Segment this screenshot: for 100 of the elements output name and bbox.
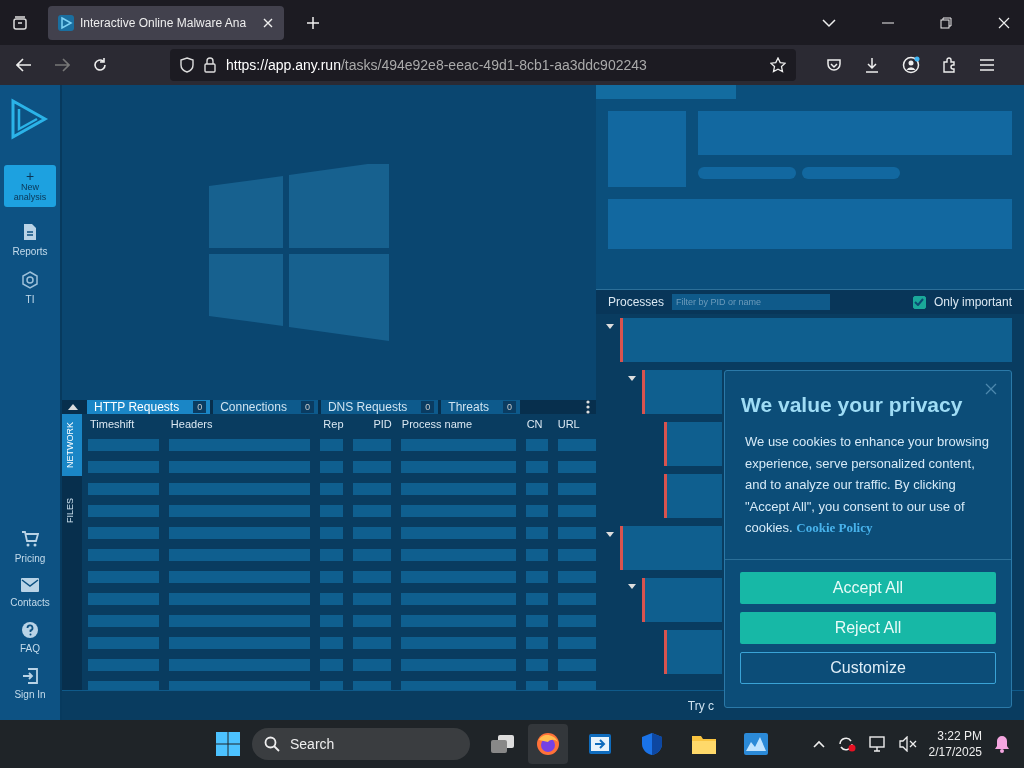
- bell-icon[interactable]: [994, 735, 1010, 753]
- loading-bar: [88, 615, 160, 627]
- loading-bar: [352, 593, 392, 605]
- panel-tab[interactable]: Connections 0: [213, 400, 318, 414]
- star-icon[interactable]: [770, 57, 786, 73]
- loading-block: [664, 422, 722, 466]
- sign-in-icon[interactable]: [22, 668, 38, 684]
- shield-icon: [180, 57, 194, 73]
- sidebar-label[interactable]: TI: [25, 294, 35, 305]
- loading-bar: [88, 571, 160, 583]
- loading-bar: [319, 439, 343, 451]
- loading-bar: [319, 615, 343, 627]
- loading-bar: [352, 615, 392, 627]
- panel-title: Processes: [608, 295, 665, 309]
- help-icon[interactable]: [22, 622, 38, 638]
- back-icon[interactable]: [16, 58, 32, 72]
- browser-tab[interactable]: Interactive Online Malware Ana: [48, 5, 284, 40]
- search-field[interactable]: Search: [252, 728, 470, 760]
- cart-icon[interactable]: [21, 530, 39, 548]
- loading-bar: [319, 593, 343, 605]
- loading-bar: [319, 571, 343, 583]
- chevron-up-icon[interactable]: [812, 740, 825, 748]
- loading-bar: [88, 505, 160, 517]
- shield-icon[interactable]: [641, 732, 663, 756]
- filter-field[interactable]: Filter by PID or name: [672, 294, 831, 310]
- reload-icon[interactable]: [92, 57, 108, 73]
- tab-list-icon[interactable]: [12, 14, 28, 31]
- extensions-icon[interactable]: [942, 57, 958, 73]
- document-icon[interactable]: [23, 223, 37, 241]
- speaker-muted-icon[interactable]: [898, 736, 917, 752]
- loading-bar: [88, 549, 160, 561]
- caret-icon[interactable]: [606, 532, 614, 537]
- download-icon[interactable]: [864, 57, 880, 73]
- column-header: Rep: [322, 418, 344, 430]
- loading-block: [664, 630, 722, 674]
- caret-icon[interactable]: [628, 376, 636, 381]
- new-analysis-button[interactable]: + New analysis: [4, 165, 56, 207]
- loading-bar: [352, 505, 392, 517]
- sidebar-label[interactable]: Reports: [12, 246, 48, 257]
- clock-time[interactable]: 3:22 PM: [937, 728, 982, 744]
- four-pane-window-icon: [209, 163, 389, 342]
- loading-bar: [88, 527, 160, 539]
- checkbox-label[interactable]: Only important: [933, 295, 1012, 309]
- caret-icon[interactable]: [628, 584, 636, 589]
- loading-bar: [319, 527, 343, 539]
- clock-date[interactable]: 2/17/2025: [928, 744, 982, 760]
- panel-tab[interactable]: HTTP Requests 0: [87, 400, 211, 414]
- browser-icon[interactable]: [536, 732, 560, 756]
- cookie-policy-link[interactable]: Cookie Policy: [796, 520, 873, 535]
- column-header: CN: [526, 418, 544, 430]
- sync-icon[interactable]: [836, 735, 857, 753]
- caret-icon[interactable]: [606, 324, 614, 329]
- lock-icon: [204, 57, 216, 73]
- monitor-icon[interactable]: [868, 736, 887, 752]
- url-text: https://app.any.run/tasks/494e92e8-eeac-49d1-8cb1-aa3ddc902243: [226, 57, 647, 73]
- pocket-icon[interactable]: [826, 57, 842, 73]
- loading-bar: [319, 461, 343, 473]
- side-tab[interactable]: FILES: [62, 490, 82, 531]
- column-header: Headers: [170, 418, 214, 430]
- address-bar[interactable]: https://app.any.run/tasks/494e92e8-eeac-49d1-8cb1-aa3ddc902243: [170, 49, 796, 81]
- menu-icon[interactable]: [980, 59, 994, 71]
- folder-icon[interactable]: [691, 733, 717, 755]
- more-icon[interactable]: [586, 400, 590, 414]
- panel-tab[interactable]: DNS Requests 0: [320, 400, 439, 414]
- loading-bar: [88, 461, 160, 473]
- loading-bar: [557, 483, 596, 495]
- collapse-icon[interactable]: [68, 404, 78, 410]
- minimize-icon[interactable]: [882, 21, 894, 24]
- mail-icon[interactable]: [21, 578, 39, 592]
- loading-bar: [557, 593, 596, 605]
- sidebar-label[interactable]: Pricing: [14, 553, 46, 564]
- loading-bar: [319, 659, 343, 671]
- task-view-icon[interactable]: [490, 734, 516, 754]
- chart-app-icon[interactable]: [744, 733, 768, 755]
- checkbox[interactable]: [912, 295, 926, 309]
- column-header: Process name: [401, 418, 474, 430]
- column-header: PID: [372, 418, 392, 430]
- forward-icon[interactable]: [54, 58, 70, 72]
- loading-bar: [88, 439, 160, 451]
- loading-bar: [352, 483, 392, 495]
- loading-bar: [319, 637, 343, 649]
- loading-bar: [557, 527, 596, 539]
- sidebar-label[interactable]: FAQ: [20, 643, 40, 654]
- loading-bar: [352, 549, 392, 561]
- dialog-text: We use cookies to enhance your browsing experience, serve personalized content, and to analyze our traffic. By clicking "Accept All", you consent to our use of cookies. Cookie Policy: [725, 427, 1011, 560]
- sidebar-label[interactable]: Contacts: [10, 597, 50, 608]
- side-tab[interactable]: NETWORK: [62, 414, 82, 476]
- dialog-button[interactable]: Customize: [740, 651, 996, 684]
- sidebar-label[interactable]: Sign In: [14, 689, 46, 700]
- start-icon[interactable]: [216, 732, 240, 756]
- panel-tab[interactable]: Threats 0: [441, 400, 520, 414]
- hexagon-icon[interactable]: [21, 271, 39, 289]
- loading-bar: [526, 571, 548, 583]
- loading-bar: [88, 483, 160, 495]
- chevron-down-icon[interactable]: [822, 17, 836, 28]
- new-tab-icon[interactable]: [306, 15, 320, 30]
- restore-icon[interactable]: [940, 16, 952, 29]
- loading-block: [664, 474, 722, 518]
- remote-app-icon[interactable]: [588, 732, 612, 756]
- account-icon[interactable]: [902, 56, 920, 74]
